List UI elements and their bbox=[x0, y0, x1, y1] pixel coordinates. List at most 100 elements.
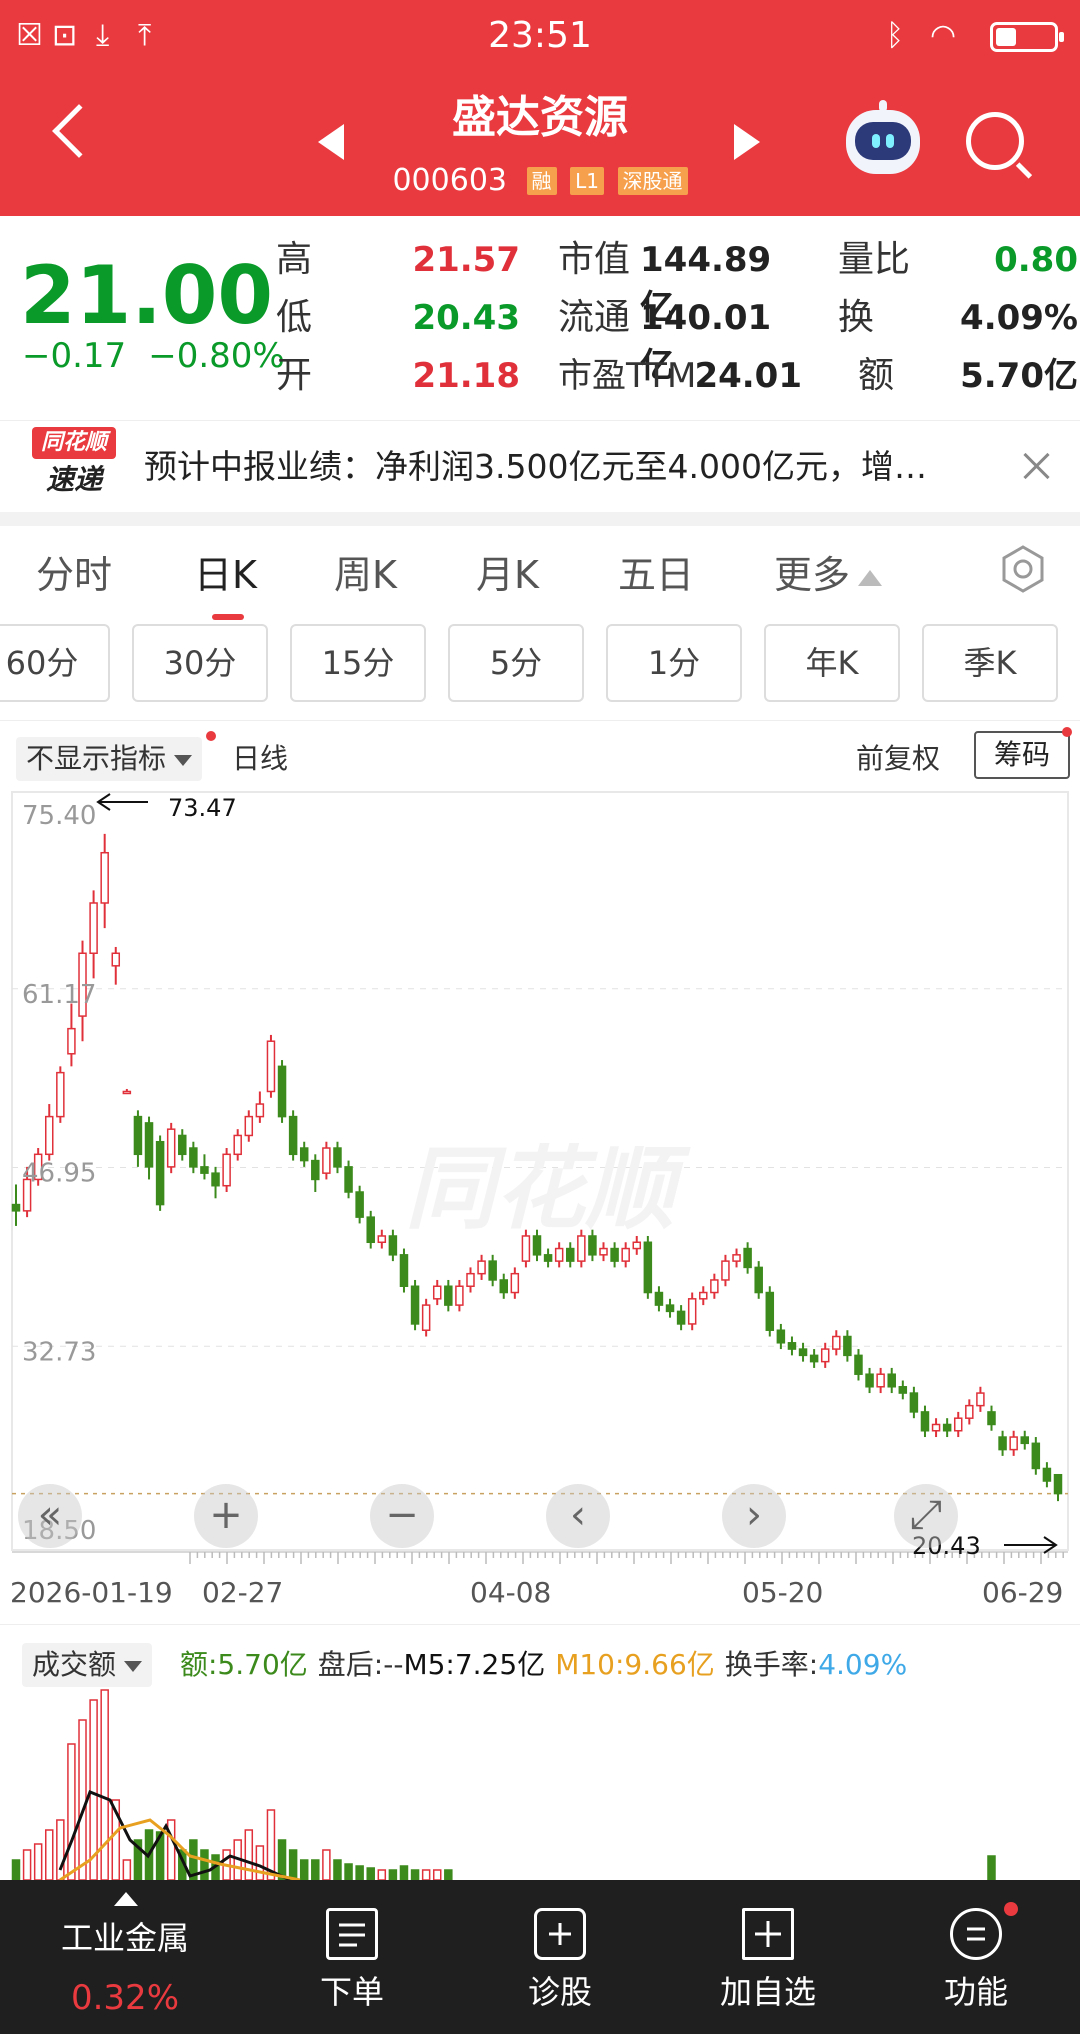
tab-more-label: 更多 bbox=[774, 553, 851, 597]
zoom-in-icon[interactable]: + bbox=[194, 1484, 258, 1548]
news-headline[interactable]: 预计中报业绩：净利润3.500亿元至4.000亿元，增… bbox=[144, 443, 964, 491]
assistant-robot-icon[interactable] bbox=[846, 100, 920, 174]
robot-eye-left bbox=[872, 134, 880, 148]
bluetooth-icon: ᛒ bbox=[886, 18, 904, 53]
period-15min[interactable]: 15分 bbox=[290, 624, 426, 702]
next-stock-icon[interactable] bbox=[734, 124, 760, 160]
volume-chart[interactable] bbox=[0, 1680, 1080, 1880]
candle-down bbox=[610, 1247, 619, 1262]
candle-up bbox=[599, 1247, 608, 1256]
period-quarterly-k[interactable]: 季K bbox=[922, 624, 1058, 702]
candle-up bbox=[45, 1115, 54, 1156]
candle-down bbox=[1053, 1473, 1063, 1495]
candle-up bbox=[621, 1247, 630, 1262]
robot-eye-right bbox=[886, 134, 894, 148]
candle-up bbox=[222, 1153, 231, 1187]
volume-bar bbox=[100, 1689, 109, 1880]
previous-stock-icon[interactable] bbox=[318, 124, 344, 160]
candle-up bbox=[965, 1404, 974, 1419]
tab-weekly-k[interactable]: 周K bbox=[334, 548, 397, 602]
period-60min[interactable]: 60分 bbox=[0, 624, 110, 702]
tab-five-day[interactable]: 五日 bbox=[618, 548, 694, 602]
candle-down bbox=[865, 1373, 874, 1388]
candle-down bbox=[1020, 1436, 1029, 1445]
volume-ratio-value: 0.80 bbox=[994, 240, 1078, 280]
y-tick-label: 75.40 bbox=[22, 801, 96, 831]
candle-up bbox=[377, 1235, 387, 1244]
chips-button[interactable]: 筹码 bbox=[974, 731, 1070, 779]
volume-bar bbox=[322, 1849, 331, 1880]
candle-up bbox=[832, 1335, 841, 1350]
x-tick-label: 02-27 bbox=[202, 1576, 283, 1609]
change-amount: −0.17 bbox=[22, 336, 127, 376]
candle-up bbox=[1009, 1436, 1018, 1451]
volume-bar bbox=[244, 1829, 254, 1880]
candle-up bbox=[510, 1272, 520, 1294]
nav-functions[interactable]: 功能 bbox=[894, 1880, 1058, 2034]
fullscreen-icon[interactable]: ⤢ bbox=[894, 1484, 958, 1548]
float-cap-label: 流通 bbox=[558, 297, 631, 338]
period-5min[interactable]: 5分 bbox=[448, 624, 584, 702]
nav-order[interactable]: 下单 bbox=[270, 1880, 434, 2034]
volume-bar bbox=[122, 1859, 132, 1880]
volume-m5: M5:7.25亿 bbox=[403, 1648, 546, 1681]
sector-button[interactable]: 工业金属 0.32% bbox=[20, 1880, 230, 2034]
adjust-mode-button[interactable]: 前复权 bbox=[856, 737, 940, 781]
settings-hexagon-icon[interactable] bbox=[998, 544, 1048, 594]
candle-up bbox=[554, 1247, 564, 1262]
candle-up bbox=[699, 1291, 708, 1300]
nav-functions-label: 功能 bbox=[943, 1973, 1008, 2011]
scroll-left-icon[interactable]: ‹ bbox=[546, 1484, 610, 1548]
indicator-dropdown[interactable]: 不显示指标 bbox=[16, 737, 203, 781]
zoom-out-icon[interactable]: − bbox=[370, 1484, 434, 1548]
volume-bar bbox=[78, 1719, 87, 1880]
rewind-icon[interactable]: « bbox=[18, 1484, 82, 1548]
candle-up bbox=[577, 1235, 586, 1262]
stock-code: 000603 bbox=[392, 162, 507, 198]
back-arrow-icon[interactable] bbox=[52, 104, 106, 158]
news-logo-bottom: 速递 bbox=[45, 463, 102, 496]
candle-up bbox=[266, 1040, 276, 1093]
period-1min[interactable]: 1分 bbox=[606, 624, 742, 702]
tab-daily-k[interactable]: 日K bbox=[194, 548, 257, 602]
tab-more[interactable]: 更多 bbox=[774, 548, 883, 602]
x-tick-label: 05-20 bbox=[742, 1576, 823, 1609]
tab-intraday[interactable]: 分时 bbox=[36, 548, 112, 602]
candle-up bbox=[953, 1417, 963, 1432]
volume-bar bbox=[311, 1859, 320, 1880]
chevron-down-icon bbox=[174, 755, 193, 766]
search-icon[interactable] bbox=[966, 112, 1024, 170]
candle-down bbox=[998, 1436, 1007, 1451]
candle-up bbox=[89, 902, 98, 955]
turnover-rate-label: 换手率: bbox=[724, 1648, 819, 1681]
period-yearly-k[interactable]: 年K bbox=[764, 624, 900, 702]
candle-down bbox=[765, 1291, 775, 1331]
pe-ttm-label: 市盈TTM bbox=[558, 356, 697, 396]
period-30min[interactable]: 30分 bbox=[132, 624, 268, 702]
scroll-right-icon[interactable]: › bbox=[722, 1484, 786, 1548]
candle-up bbox=[820, 1348, 830, 1363]
amount-value: 5.70亿 bbox=[960, 356, 1078, 396]
close-icon[interactable] bbox=[1020, 449, 1054, 483]
tag-margin: 融 bbox=[526, 166, 557, 195]
status-bar: ☒ ⊡ ⤓ ⤒ 23:51 ᛒ ◠ bbox=[0, 0, 1080, 72]
candle-down bbox=[366, 1216, 375, 1244]
open-value: 21.18 bbox=[412, 356, 520, 396]
tab-monthly-k[interactable]: 月K bbox=[476, 548, 539, 602]
candle-down bbox=[311, 1159, 320, 1181]
news-banner[interactable]: 同花顺 速递 预计中报业绩：净利润3.500亿元至4.000亿元，增… bbox=[0, 420, 1080, 512]
diagnose-plus-icon bbox=[534, 1908, 586, 1960]
market-cap-label: 市值 bbox=[558, 239, 631, 280]
candle-down bbox=[499, 1279, 508, 1294]
candle-down bbox=[987, 1411, 996, 1426]
nav-diagnose[interactable]: 诊股 bbox=[478, 1880, 642, 2034]
candle-down bbox=[665, 1304, 675, 1313]
candle-down bbox=[344, 1166, 353, 1193]
x-tick-label: 06-29 bbox=[982, 1576, 1063, 1609]
candle-down bbox=[388, 1235, 398, 1256]
line-type-label: 日线 bbox=[232, 742, 289, 775]
nav-add-watchlist[interactable]: 加自选 bbox=[686, 1880, 850, 2034]
candle-down bbox=[798, 1348, 808, 1357]
chart-toolbar: 不显示指标 日线 前复权 筹码 bbox=[0, 720, 1080, 781]
chart-watermark: 同花顺 bbox=[405, 1137, 691, 1242]
